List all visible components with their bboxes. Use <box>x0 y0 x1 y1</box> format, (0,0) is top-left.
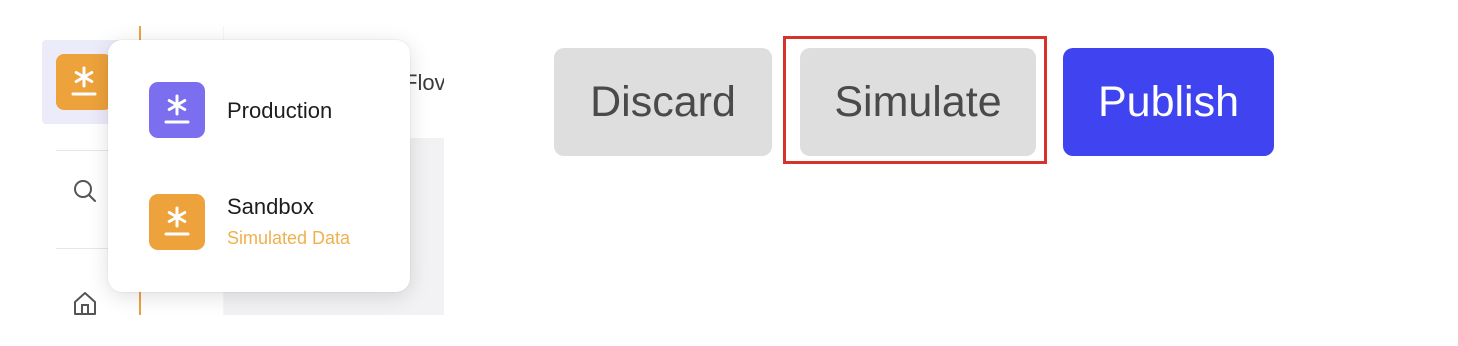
environment-menu: Production Sandbox Simulated Data <box>108 40 410 292</box>
menu-item-title: Production <box>227 98 333 123</box>
asterisk-icon <box>56 54 112 110</box>
menu-item-subtitle: Simulated Data <box>227 228 351 248</box>
asterisk-icon <box>149 82 205 138</box>
search-icon[interactable] <box>70 176 100 206</box>
menu-item-sandbox[interactable]: Sandbox Simulated Data <box>108 174 410 270</box>
asterisk-icon <box>149 194 205 250</box>
menu-item-production[interactable]: Production <box>108 62 410 158</box>
publish-button[interactable]: Publish <box>1063 48 1274 156</box>
home-icon[interactable] <box>70 288 100 315</box>
menu-item-title: Sandbox <box>227 194 314 219</box>
discard-button[interactable]: Discard <box>554 48 772 156</box>
simulate-button[interactable]: Simulate <box>800 48 1036 156</box>
flow-title-partial: Flov <box>404 70 444 95</box>
